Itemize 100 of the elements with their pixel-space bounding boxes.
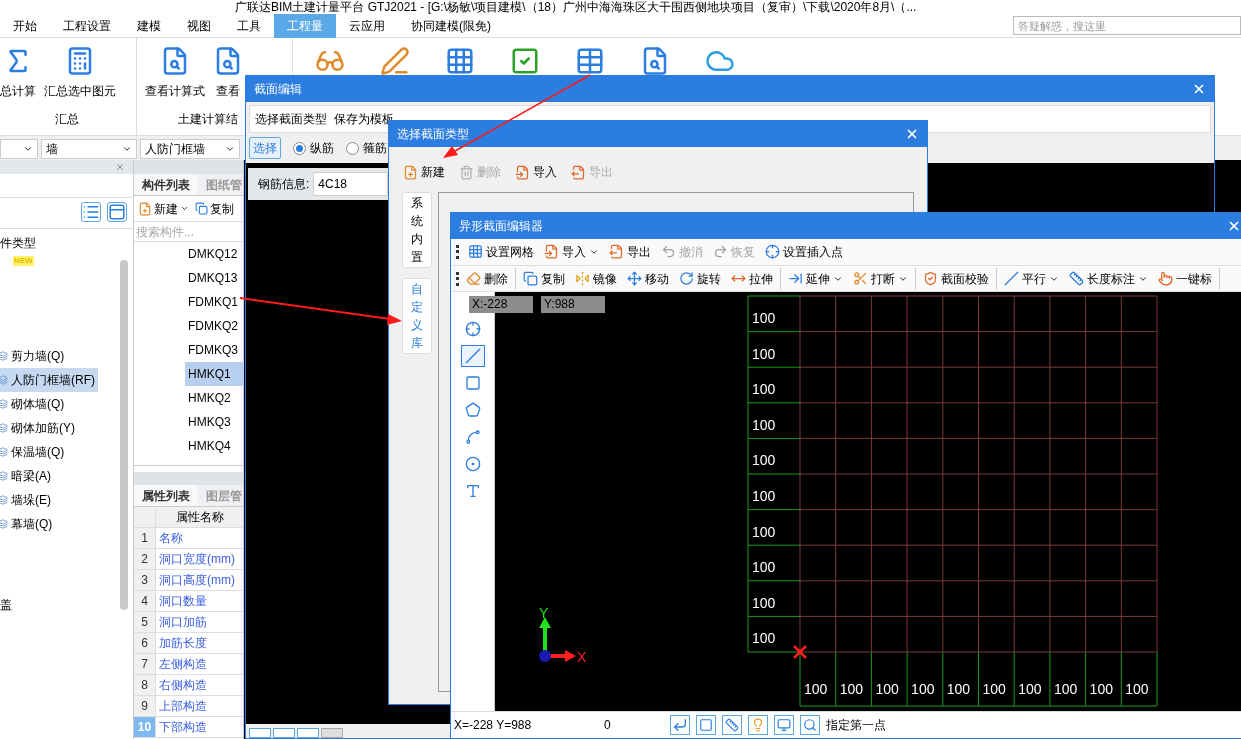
pen-icon[interactable] (380, 46, 410, 76)
snap-box-icon[interactable] (696, 715, 716, 736)
row-number[interactable]: 4 (134, 591, 156, 611)
row-number[interactable]: 6 (134, 633, 156, 653)
list-item[interactable]: DMKQ13 (185, 266, 243, 290)
radio-button[interactable]: 纵筋 (293, 139, 334, 157)
row-number[interactable]: 2 (134, 549, 156, 569)
list-view-icon[interactable] (81, 202, 101, 222)
menu-tab[interactable]: 协同建模(限免) (398, 13, 504, 38)
toolbar-button[interactable]: 新建 (399, 161, 449, 183)
dimension-label: 100 (752, 452, 776, 469)
toolbar-button[interactable]: 一键标 (1154, 267, 1216, 290)
toolbar-button[interactable]: 截面校验 (919, 267, 993, 290)
panel-tab[interactable]: 属性列表 (134, 485, 198, 506)
ribbon-button[interactable]: 查看计算式 (145, 46, 205, 100)
toolbar-button[interactable]: 长度标注 (1065, 267, 1152, 290)
toolbar-button[interactable]: 平行 (1000, 267, 1063, 290)
scrollbar[interactable] (120, 260, 128, 610)
toolbar-button[interactable]: 延伸 (784, 267, 847, 290)
row-number[interactable]: 9 (134, 696, 156, 716)
panel-tab[interactable]: 构件列表 (134, 174, 198, 195)
toolbar-button[interactable]: 拉伸 (727, 267, 777, 290)
select-button[interactable]: 选择 (249, 137, 281, 159)
table-icon[interactable] (575, 46, 605, 76)
radio-button[interactable]: 箍筋 (346, 139, 387, 157)
toolbar-button[interactable]: 设置网格 (464, 240, 538, 263)
toolbar-button[interactable]: 导入 (511, 161, 561, 183)
toolbar-button[interactable]: 旋转 (675, 267, 725, 290)
menu-tab[interactable]: 云应用 (336, 13, 398, 38)
toolbar-button[interactable]: 设置插入点 (761, 240, 847, 263)
toolbar-button[interactable]: 导入 (540, 240, 603, 263)
search-field[interactable]: 搜索构件... (134, 222, 243, 242)
row-number[interactable]: 5 (134, 612, 156, 632)
tree-item[interactable]: 砌体加筋(Y) (0, 416, 98, 440)
row-number[interactable]: 1 (134, 528, 156, 548)
dimension-label: 100 (839, 681, 864, 698)
tree-item[interactable]: 墙垛(E) (0, 488, 98, 512)
view-tool-button[interactable] (273, 728, 295, 738)
ribbon-button[interactable]: 总计算 (0, 46, 36, 100)
checkbox-icon[interactable] (510, 46, 540, 76)
list-item[interactable]: HMKQ4 (185, 434, 243, 458)
toolbar-button[interactable]: 删除 (462, 267, 512, 290)
menu-tab[interactable]: 工具 (224, 13, 274, 38)
view-tool-button[interactable] (297, 728, 319, 738)
list-item[interactable]: FDMKQ2 (185, 314, 243, 338)
copy-icon (195, 202, 208, 215)
dimension-label: 100 (752, 381, 776, 398)
toolbar-button[interactable]: 镜像 (571, 267, 621, 290)
list-item[interactable]: HMKQ1 (185, 362, 243, 386)
list-item[interactable]: HMKQ2 (185, 386, 243, 410)
list-item[interactable]: DMKQ12 (185, 242, 243, 266)
tree-item[interactable]: 砌体墙(Q) (0, 392, 98, 416)
ribbon-button[interactable]: 汇总选中图元 (44, 46, 116, 100)
list-item[interactable]: FDMKQ1 (185, 290, 243, 314)
search-icon[interactable] (800, 715, 820, 736)
search-field[interactable]: 答疑解惑，搜这里 (1013, 16, 1241, 35)
window-title: 广联达BIM土建计量平台 GTJ2021 - [G:\杨敏\项目建模\（18）广州中海海珠区大干围西侧地块项目（复审）\下载\2020年8月\（... (235, 0, 917, 14)
row-number[interactable]: 8 (134, 675, 156, 695)
lightbulb-icon[interactable] (748, 715, 768, 736)
toolbar-button[interactable]: 打断 (849, 267, 912, 290)
panel-view-icon[interactable] (107, 202, 127, 222)
tree-item[interactable]: 保温墙(Q) (0, 440, 98, 464)
menu-tab[interactable]: 工程设置 (50, 13, 124, 38)
property-name: 加筋长度 (158, 635, 207, 652)
menu-tab[interactable]: 建模 (124, 13, 174, 38)
ruler-icon[interactable] (722, 715, 742, 736)
drawing-tool-button[interactable] (460, 345, 485, 368)
toolbar-button[interactable]: 导出 (605, 240, 655, 263)
new-button[interactable]: 新建 (138, 199, 189, 218)
dimension-label: 100 (752, 417, 776, 434)
menu-tab[interactable]: 视图 (174, 13, 224, 38)
close-icon[interactable] (1227, 219, 1241, 233)
copy-button[interactable]: 复制 (195, 199, 234, 218)
side-tab[interactable]: 自定义库 (402, 278, 432, 354)
display-icon[interactable] (774, 715, 794, 736)
side-tab[interactable]: 系统内置 (402, 192, 432, 268)
rebar-info-field[interactable]: 4C18 (313, 172, 388, 196)
tree-item[interactable]: 暗梁(A) (0, 464, 98, 488)
toolbar-button[interactable]: 复制 (519, 267, 569, 290)
close-icon[interactable] (1192, 82, 1206, 96)
dimension-label: 100 (1125, 681, 1149, 698)
close-icon[interactable] (905, 127, 919, 141)
view-tool-button[interactable] (249, 728, 271, 738)
tree-item[interactable]: 幕墙(Q) (0, 512, 98, 536)
orthogonal-icon[interactable] (670, 715, 690, 736)
tree-item[interactable]: 剪力墙(Q) (0, 344, 98, 368)
list-item[interactable]: HMKQ3 (185, 410, 243, 434)
delete-icon (459, 164, 474, 180)
row-number[interactable]: 7 (134, 654, 156, 674)
close-icon[interactable] (115, 162, 125, 172)
shield-check-icon (923, 271, 938, 286)
ribbon-button[interactable]: 查看 (213, 46, 243, 100)
dropdown[interactable]: 人防门框墙 (140, 138, 240, 159)
toolbar-button[interactable]: 选择截面类型 (253, 108, 329, 130)
tree-item[interactable]: 人防门框墙(RF) (0, 368, 98, 392)
menu-tab[interactable]: 开始 (0, 13, 50, 38)
toolbar-button[interactable]: 移动 (623, 267, 673, 290)
row-number[interactable]: 3 (134, 570, 156, 590)
list-item[interactable]: FDMKQ3 (185, 338, 243, 362)
dropdown[interactable]: 墙 (41, 138, 137, 159)
